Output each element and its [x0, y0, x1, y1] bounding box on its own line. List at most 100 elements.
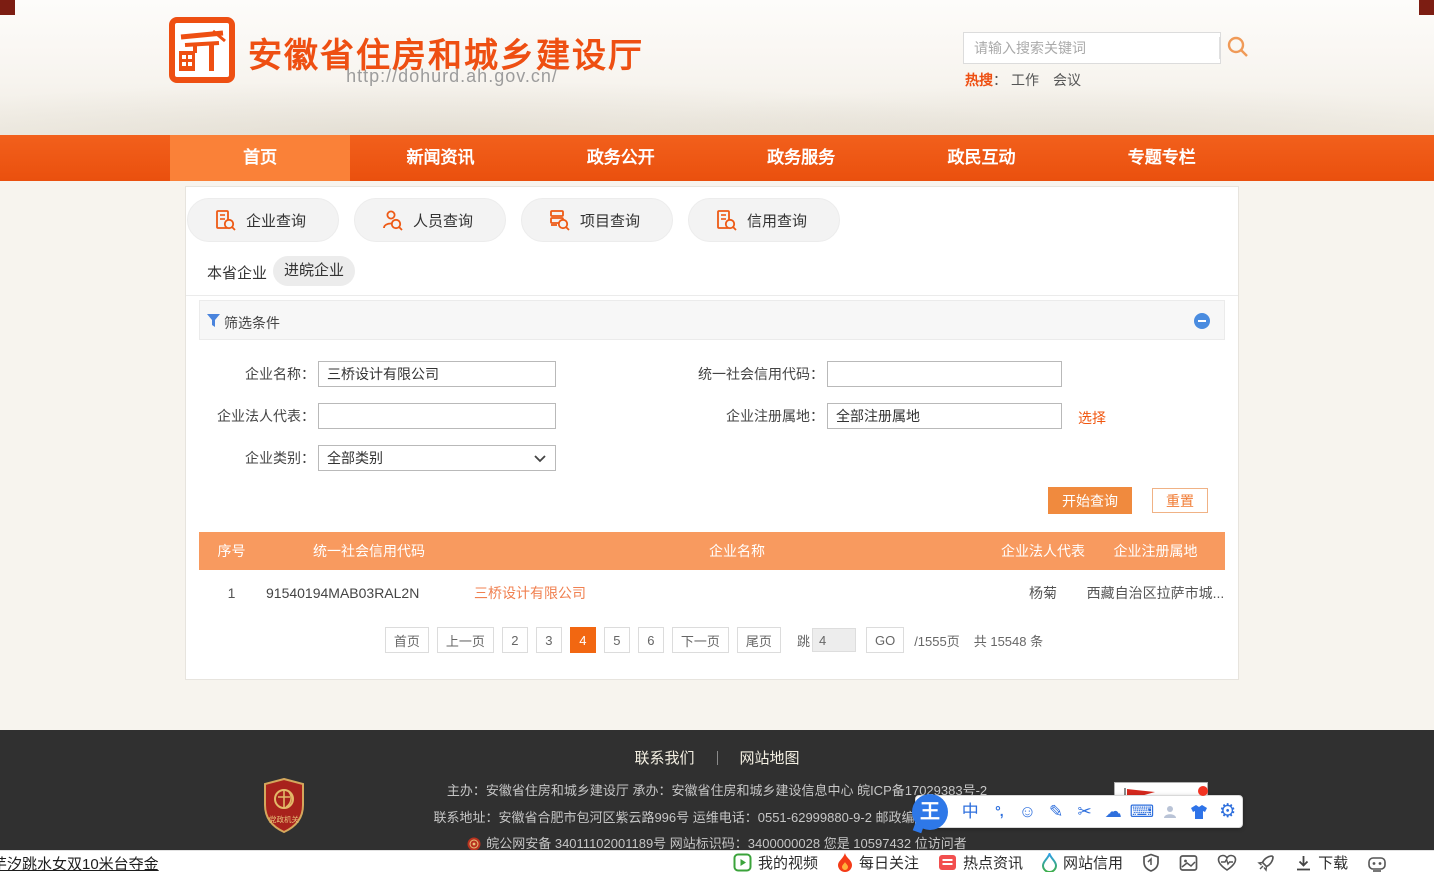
nav-item-news[interactable]: 新闻资讯 — [350, 135, 530, 181]
site-credit-button[interactable]: 网站信用 — [1042, 852, 1123, 873]
nav-item-home[interactable]: 首页 — [170, 135, 350, 181]
tab-incoming-enterprise[interactable]: 进皖企业 — [273, 256, 355, 286]
site-header: 安徽省住房和城乡建设厅 http://dohurd.ah.gov.cn/ 热搜：… — [0, 0, 1434, 135]
hot-search-row: 热搜：工作会议 — [965, 70, 1081, 90]
category-select[interactable]: 全部类别 — [318, 445, 556, 471]
company-name-input[interactable] — [318, 361, 556, 387]
ime-handwriting-icon[interactable]: ✎ — [1042, 796, 1071, 827]
corner-decoration — [1419, 0, 1434, 15]
search-button[interactable] — [1224, 35, 1251, 62]
page-first-button[interactable]: 首页 — [385, 627, 429, 653]
bottom-bar-items: 我的视频 每日关注 热点资讯 — [733, 851, 1387, 873]
company-name-link[interactable]: 三桥设计有限公司 — [474, 585, 586, 601]
download-label: 下载 — [1318, 852, 1348, 873]
contact-us-link[interactable]: 联系我们 — [634, 747, 694, 768]
nav-items: 首页 新闻资讯 政务公开 政务服务 政民互动 专题专栏 — [170, 135, 1252, 181]
corner-decoration — [0, 0, 15, 15]
go-button[interactable]: GO — [866, 627, 904, 653]
hot-search-term[interactable]: 工作 — [1011, 72, 1039, 88]
my-video-button[interactable]: 我的视频 — [733, 852, 818, 873]
legal-rep-label: 企业法人代表： — [175, 403, 315, 429]
tab-label: 项目查询 — [580, 210, 640, 231]
page-number-button[interactable]: 2 — [502, 627, 528, 653]
nav-item-interaction[interactable]: 政民互动 — [891, 135, 1071, 181]
tab-person-query[interactable]: 人员查询 — [354, 198, 506, 242]
daily-follow-button[interactable]: 每日关注 — [837, 852, 919, 873]
page-number-button-active[interactable]: 4 — [570, 627, 596, 653]
row-legal-rep: 杨菊 — [1000, 583, 1086, 603]
tab-province-enterprise[interactable]: 本省企业 — [207, 262, 267, 283]
collapse-filter-button[interactable] — [1194, 313, 1210, 329]
col-header-credit-code: 统一社会信用代码 — [264, 541, 474, 561]
results-table-header: 序号 统一社会信用代码 企业名称 企业法人代表 企业注册属地 — [199, 532, 1225, 570]
col-header-reg-area: 企业注册属地 — [1086, 541, 1225, 561]
reg-area-select-link[interactable]: 选择 — [1078, 408, 1106, 428]
ime-account-icon[interactable] — [1156, 796, 1185, 827]
shield-icon[interactable] — [1142, 853, 1160, 872]
search-input[interactable] — [964, 40, 1219, 56]
daily-follow-label: 每日关注 — [859, 852, 919, 873]
reg-area-input[interactable] — [827, 403, 1062, 429]
start-query-button[interactable]: 开始查询 — [1048, 487, 1132, 514]
col-header-no: 序号 — [199, 541, 264, 561]
site-url: http://dohurd.ah.gov.cn/ — [252, 66, 652, 87]
row-reg-area: 西藏自治区拉萨市城... — [1086, 583, 1225, 603]
page-number-button[interactable]: 3 — [536, 627, 562, 653]
nav-item-gov-open[interactable]: 政务公开 — [531, 135, 711, 181]
notification-dot — [1198, 786, 1208, 796]
robot-assistant-icon[interactable] — [1367, 854, 1387, 872]
my-video-label: 我的视频 — [758, 852, 818, 873]
tab-credit-query[interactable]: 信用查询 — [688, 198, 840, 242]
nav-item-gov-service[interactable]: 政务服务 — [711, 135, 891, 181]
health-heart-icon[interactable] — [1217, 854, 1237, 872]
hot-news-button[interactable]: 热点资讯 — [938, 852, 1023, 873]
ime-skin-icon[interactable] — [1185, 796, 1214, 827]
page-next-button[interactable]: 下一页 — [672, 627, 729, 653]
hot-news-label: 热点资讯 — [963, 852, 1023, 873]
hot-search-term[interactable]: 会议 — [1053, 72, 1081, 88]
person-search-icon — [380, 208, 404, 232]
download-button[interactable]: 下载 — [1295, 852, 1348, 873]
nav-item-special[interactable]: 专题专栏 — [1072, 135, 1252, 181]
legal-rep-input[interactable] — [318, 403, 556, 429]
play-video-icon — [733, 853, 752, 872]
public-security-badge-icon — [467, 837, 481, 851]
filter-icon — [207, 314, 220, 327]
category-select-value: 全部类别 — [327, 450, 383, 466]
ime-logo-icon[interactable]: 王 — [912, 794, 948, 830]
ime-cloud-icon[interactable]: ☁ — [1099, 796, 1128, 827]
ime-chinese-mode-icon[interactable]: 中 — [956, 796, 985, 827]
tab-enterprise-query[interactable]: 企业查询 — [187, 198, 339, 242]
page-last-button[interactable]: 尾页 — [737, 627, 781, 653]
ime-punctuation-icon[interactable]: °, — [985, 796, 1014, 827]
water-drop-icon — [1042, 853, 1057, 872]
hot-search-label: 热搜 — [965, 72, 993, 88]
row-credit-code: 91540194MAB03RAL2N — [264, 585, 474, 601]
total-pages: /1555页 — [914, 631, 960, 650]
project-search-icon — [547, 208, 571, 232]
tab-label: 人员查询 — [413, 210, 473, 231]
screenshot-image-icon[interactable] — [1179, 854, 1198, 872]
page-number-button[interactable]: 5 — [604, 627, 630, 653]
ime-scissors-icon[interactable]: ✂ — [1070, 796, 1099, 827]
category-label: 企业类别： — [175, 445, 315, 471]
search-icon — [1226, 35, 1250, 59]
sitemap-link[interactable]: 网站地图 — [740, 747, 800, 768]
ime-settings-gear-icon[interactable]: ⚙ — [1213, 796, 1242, 827]
news-ticker-link[interactable]: 芋汐跳水女双10米台夺金 — [0, 853, 159, 873]
credit-search-icon — [714, 208, 738, 232]
ime-emoji-icon[interactable]: ☺ — [1013, 796, 1042, 827]
ime-keyboard-icon[interactable]: ⌨ — [1128, 796, 1157, 827]
site-credit-label: 网站信用 — [1063, 852, 1123, 873]
flame-icon — [837, 853, 853, 872]
page-prev-button[interactable]: 上一页 — [437, 627, 494, 653]
total-records: 共 15548 条 — [974, 631, 1043, 650]
reg-area-label: 企业注册属地： — [680, 403, 824, 429]
reset-button[interactable]: 重置 — [1152, 488, 1208, 513]
jump-page-input[interactable] — [812, 628, 856, 652]
footer-record-text: 皖公网安备 34011102001189号 网站标识码：3400000028 您… — [486, 836, 967, 851]
page-number-button[interactable]: 6 — [638, 627, 664, 653]
tab-project-query[interactable]: 项目查询 — [521, 198, 673, 242]
rocket-icon[interactable] — [1256, 853, 1276, 873]
credit-code-input[interactable] — [827, 361, 1062, 387]
